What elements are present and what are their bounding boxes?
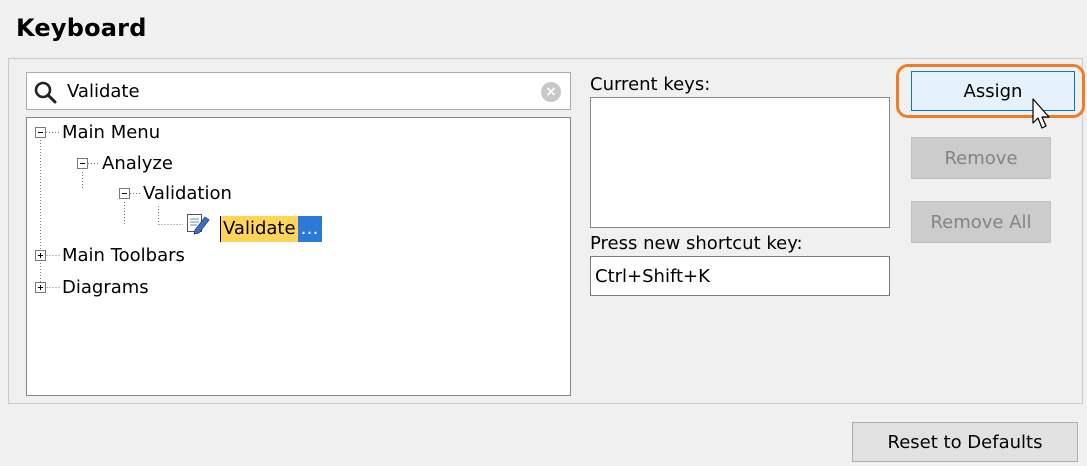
shortcut-label: Press new shortcut key: [590, 233, 803, 254]
tree-node-validate-ellipsis: … [297, 216, 322, 242]
tree-node-diagrams[interactable]: Diagrams [62, 277, 149, 299]
expand-icon-diagrams [35, 282, 46, 293]
search-icon [34, 81, 57, 104]
remove-all-button[interactable]: Remove All [911, 201, 1051, 243]
page-title: Keyboard [16, 14, 147, 42]
expand-icon-main-toolbars [35, 250, 46, 261]
remove-button[interactable]: Remove [911, 137, 1051, 179]
validate-command-icon [187, 214, 210, 235]
tree-node-main-toolbars[interactable]: Main Toolbars [62, 245, 185, 267]
tree-node-analyze[interactable]: Analyze [102, 153, 173, 175]
command-tree[interactable]: Main Menu Analyze Validation Validate… M… [26, 117, 571, 396]
tree-node-validate-label: Validate [220, 216, 298, 242]
collapse-icon-main-menu [35, 127, 46, 138]
collapse-icon-validation [119, 188, 130, 199]
search-field[interactable]: × [26, 72, 571, 110]
tree-node-validate[interactable]: Validate… [220, 216, 322, 242]
collapse-icon-analyze [77, 158, 88, 169]
shortcut-input[interactable] [590, 256, 890, 296]
current-keys-list[interactable] [590, 97, 890, 228]
reset-to-defaults-button[interactable]: Reset to Defaults [852, 422, 1078, 462]
current-keys-label: Current keys: [590, 74, 711, 95]
clear-search-icon[interactable]: × [541, 82, 561, 102]
tree-node-validation[interactable]: Validation [143, 183, 232, 205]
search-input[interactable] [67, 73, 547, 109]
tree-node-main-menu[interactable]: Main Menu [62, 122, 160, 144]
mouse-pointer-icon [1032, 98, 1050, 129]
